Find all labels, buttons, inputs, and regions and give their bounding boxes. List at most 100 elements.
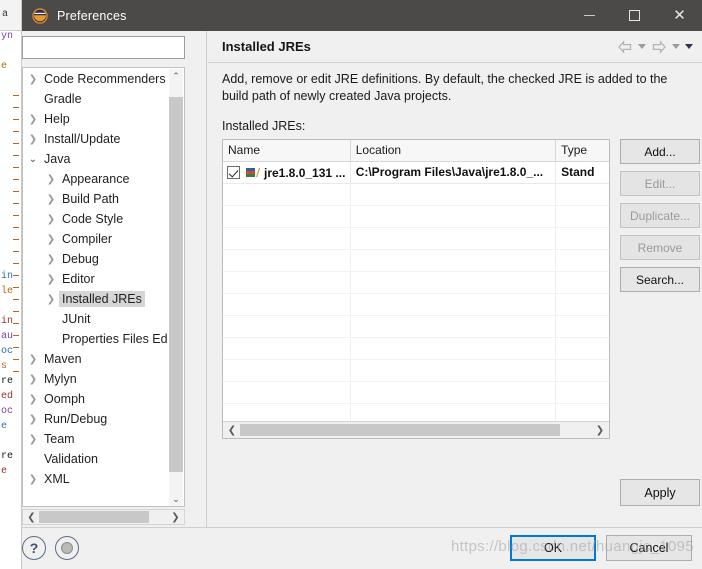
table-empty-row[interactable]	[223, 338, 609, 360]
pane-divider[interactable]	[206, 31, 207, 527]
sidebar-item-team[interactable]: ❯ Team	[23, 429, 171, 449]
forward-menu-chevron-down-icon[interactable]	[672, 44, 680, 49]
back-menu-chevron-down-icon[interactable]	[638, 44, 646, 49]
eclipse-icon	[32, 7, 48, 24]
restore-defaults-icon[interactable]	[55, 536, 79, 560]
sidebar-item-code-recommenders[interactable]: ❯ Code Recommenders	[23, 69, 171, 89]
sidebar-item-installed-jres[interactable]: ❯ Installed JREs	[23, 289, 171, 309]
table-row[interactable]: jre1.8.0_131 ... C:\Program Files\Java\jr…	[223, 162, 609, 184]
sidebar-item-label: Compiler	[62, 232, 113, 246]
maximize-button[interactable]	[612, 0, 657, 31]
sidebar-item-run-debug[interactable]: ❯ Run/Debug	[23, 409, 171, 429]
expand-chevron-right-icon[interactable]: ❯	[25, 434, 41, 445]
forward-arrow-icon[interactable]	[651, 39, 667, 54]
table-horizontal-scrollbar[interactable]: ❮ ❯	[223, 421, 609, 438]
tree-vertical-scrollbar[interactable]: ⌃ ⌄	[169, 69, 183, 506]
table-hscroll-thumb[interactable]	[240, 424, 560, 436]
tree-horizontal-scrollbar[interactable]: ❮ ❯	[22, 509, 185, 525]
sidebar-item-properties-files-ed[interactable]: Properties Files Ed	[23, 329, 171, 349]
sidebar-item-maven[interactable]: ❯ Maven	[23, 349, 171, 369]
expand-chevron-right-icon[interactable]: ❯	[43, 294, 59, 305]
table-scroll-right-icon[interactable]: ❯	[592, 422, 608, 438]
table-empty-row[interactable]	[223, 206, 609, 228]
expand-chevron-right-icon[interactable]: ❯	[43, 234, 59, 245]
expand-chevron-right-icon[interactable]: ❯	[25, 474, 41, 485]
sidebar-item-junit[interactable]: JUnit	[23, 309, 171, 329]
sidebar-item-oomph[interactable]: ❯ Oomph	[23, 389, 171, 409]
column-header-type[interactable]: Type	[556, 140, 609, 161]
table-empty-row[interactable]	[223, 316, 609, 338]
sidebar-item-label: Code Recommenders	[44, 72, 166, 86]
table-empty-row[interactable]	[223, 272, 609, 294]
close-button[interactable]: ✕	[657, 0, 702, 31]
table-empty-row[interactable]	[223, 360, 609, 382]
expand-chevron-right-icon[interactable]: ❯	[43, 174, 59, 185]
page-content-pane: Installed JREs Add, remove or edit JRE d…	[208, 31, 702, 527]
sidebar-item-gradle[interactable]: Gradle	[23, 89, 171, 109]
tree-hscroll-thumb[interactable]	[39, 511, 149, 523]
tree-scroll-down-icon[interactable]: ⌄	[169, 492, 183, 506]
apply-button[interactable]: Apply	[620, 479, 700, 506]
expand-chevron-right-icon[interactable]: ❯	[43, 274, 59, 285]
background-editor-tab: a	[0, 0, 22, 31]
sidebar-item-label: Editor	[62, 272, 95, 286]
window-controls: ✕	[567, 0, 702, 31]
minimize-button[interactable]	[567, 0, 612, 31]
tree-scroll-left-icon[interactable]: ❮	[24, 510, 39, 524]
background-editor-strip: a yn e in le in au oc s re ed oc e re e	[0, 0, 22, 568]
sidebar-item-help[interactable]: ❯ Help	[23, 109, 171, 129]
expand-chevron-down-icon[interactable]: ⌄	[25, 154, 41, 165]
expand-chevron-right-icon[interactable]: ❯	[43, 254, 59, 265]
expand-chevron-right-icon[interactable]: ❯	[25, 394, 41, 405]
jre-checkbox[interactable]	[227, 166, 240, 179]
expand-chevron-right-icon[interactable]: ❯	[25, 134, 41, 145]
sidebar-item-label: Installed JREs	[59, 291, 145, 307]
filter-input[interactable]	[23, 37, 184, 58]
ok-button[interactable]: OK	[510, 535, 596, 561]
expand-chevron-right-icon[interactable]: ❯	[25, 74, 41, 85]
sidebar-item-debug[interactable]: ❯ Debug	[23, 249, 171, 269]
tree-scroll-right-icon[interactable]: ❯	[168, 510, 183, 524]
filter-box[interactable]	[22, 36, 185, 59]
sidebar-item-editor[interactable]: ❯ Editor	[23, 269, 171, 289]
cancel-button[interactable]: Cancel	[606, 535, 692, 561]
sidebar-item-java[interactable]: ⌄ Java	[23, 149, 171, 169]
table-empty-row[interactable]	[223, 294, 609, 316]
table-empty-row[interactable]	[223, 184, 609, 206]
preferences-tree[interactable]: ❯ Code Recommenders Gradle ❯ Help ❯ Install/Up…	[22, 67, 185, 507]
page-title: Installed JREs	[222, 39, 311, 54]
sidebar-item-compiler[interactable]: ❯ Compiler	[23, 229, 171, 249]
sidebar-item-code-style[interactable]: ❯ Code Style	[23, 209, 171, 229]
sidebar-item-build-path[interactable]: ❯ Build Path	[23, 189, 171, 209]
dialog-body: ❯ Code Recommenders Gradle ❯ Help ❯ Install/Up…	[22, 31, 702, 527]
sidebar-item-validation[interactable]: Validation	[23, 449, 171, 469]
view-menu-chevron-down-icon[interactable]	[685, 44, 693, 49]
jre-name-cell: jre1.8.0_131 ...	[223, 162, 351, 183]
column-header-location[interactable]: Location	[351, 140, 557, 161]
tree-scroll-up-icon[interactable]: ⌃	[169, 69, 183, 84]
sidebar-item-appearance[interactable]: ❯ Appearance	[23, 169, 171, 189]
expand-chevron-right-icon[interactable]: ❯	[25, 354, 41, 365]
tree-scroll-thumb[interactable]	[169, 97, 183, 472]
column-header-name[interactable]: Name	[223, 140, 351, 161]
expand-chevron-right-icon[interactable]: ❯	[25, 414, 41, 425]
sidebar-item-install-update[interactable]: ❯ Install/Update	[23, 129, 171, 149]
table-empty-row[interactable]	[223, 250, 609, 272]
expand-chevron-right-icon[interactable]: ❯	[43, 194, 59, 205]
sidebar-item-mylyn[interactable]: ❯ Mylyn	[23, 369, 171, 389]
expand-chevron-right-icon[interactable]: ❯	[43, 214, 59, 225]
expand-chevron-right-icon[interactable]: ❯	[25, 374, 41, 385]
search-button[interactable]: Search...	[620, 267, 700, 292]
sidebar-item-label: Run/Debug	[44, 412, 108, 426]
expand-chevron-right-icon[interactable]: ❯	[25, 114, 41, 125]
installed-jres-table[interactable]: Name Location Type jre1.8.0_131 ... C:\Prog…	[222, 139, 610, 439]
help-icon[interactable]: ?	[22, 536, 46, 560]
table-empty-row[interactable]	[223, 228, 609, 250]
table-scroll-left-icon[interactable]: ❮	[224, 422, 240, 438]
sidebar-item-xml[interactable]: ❯ XML	[23, 469, 171, 489]
background-code-line: yn	[1, 31, 14, 42]
table-empty-row[interactable]	[223, 382, 609, 404]
add-button[interactable]: Add...	[620, 139, 700, 164]
maximize-icon	[629, 10, 640, 21]
back-arrow-icon[interactable]	[617, 39, 633, 54]
